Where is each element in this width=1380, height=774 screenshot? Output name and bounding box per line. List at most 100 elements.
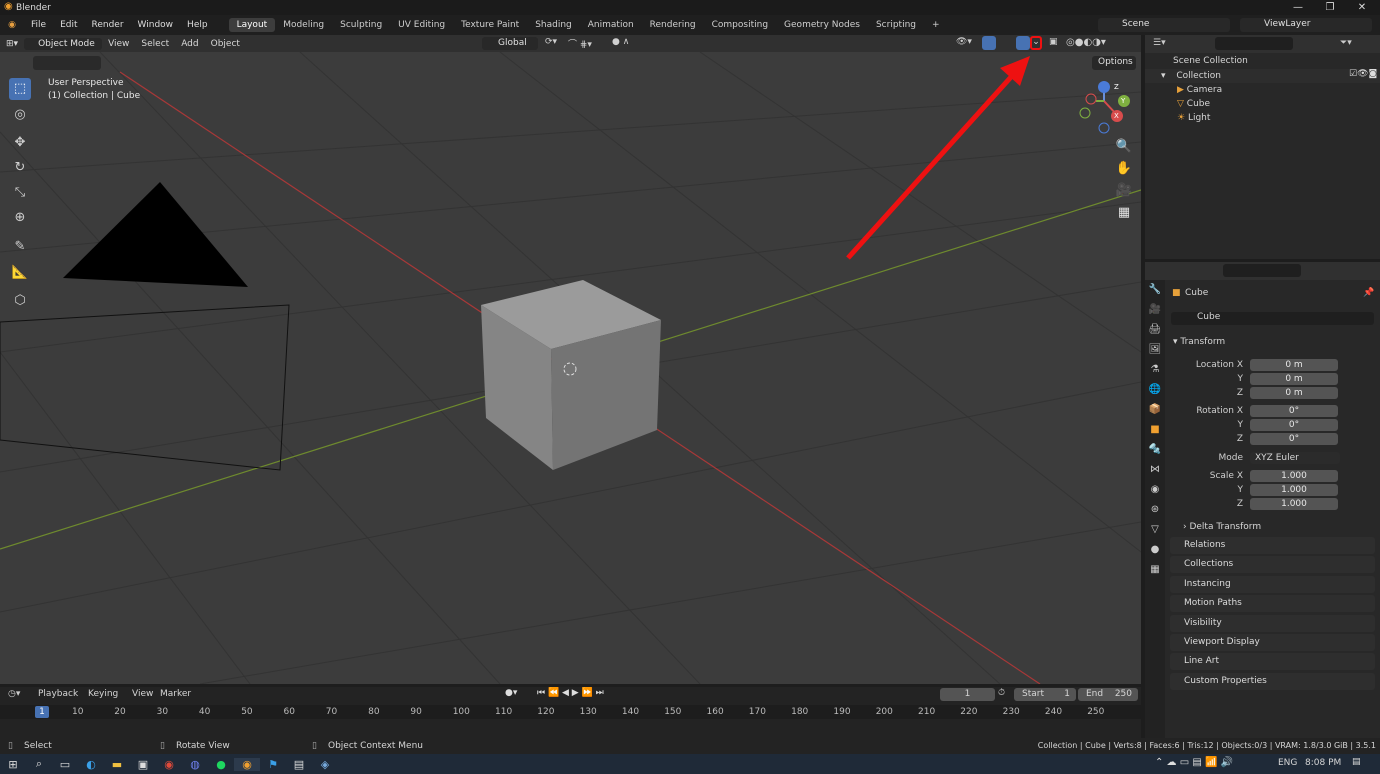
menu-window[interactable]: Window [131, 20, 181, 30]
outliner-light-row[interactable]: ☀ Light [1145, 111, 1380, 125]
outliner-search-input[interactable] [1215, 37, 1293, 50]
record-icon[interactable]: ●▾ [505, 688, 517, 698]
notifications-icon[interactable]: ▤ [1352, 757, 1361, 767]
panel-custom-properties[interactable]: Custom Properties [1170, 673, 1375, 690]
rotation-x-field[interactable]: 0° [1250, 405, 1338, 417]
3d-viewport[interactable]: Z X Y User Perspective (1) Collection | … [0, 52, 1141, 684]
location-x-field[interactable]: 0 m [1250, 359, 1338, 371]
snap-icon[interactable]: ⌒ ⋕▾ [568, 37, 592, 50]
object-name-field[interactable]: Cube [1171, 312, 1374, 325]
perspective-grid-icon[interactable]: ▦ [1113, 202, 1135, 224]
cursor-tool-icon[interactable]: ◎ [9, 104, 31, 126]
search-icon[interactable]: ⌕ [26, 757, 52, 771]
system-tray-icons[interactable]: ⌃ ☁ ▭ ▤ 📶 🔊 [1155, 757, 1233, 768]
annotate-tool-icon[interactable]: ✎ [9, 236, 31, 258]
timeline-editor-icon[interactable]: ◷▾ [8, 689, 20, 699]
app-taskbar-icon[interactable]: ⚑ [260, 758, 286, 771]
workspace-tab-uv-editing[interactable]: UV Editing [390, 18, 453, 32]
current-frame-field[interactable]: 1 [940, 688, 995, 701]
workspace-tab-rendering[interactable]: Rendering [642, 18, 704, 32]
properties-search-input[interactable] [1223, 264, 1301, 277]
add-workspace-button[interactable]: + [924, 18, 948, 32]
scene-selector[interactable]: Scene [1098, 18, 1230, 32]
workspace-tab-shading[interactable]: Shading [527, 18, 580, 32]
workspace-tab-sculpting[interactable]: Sculpting [332, 18, 390, 32]
file-explorer-icon[interactable]: ▬ [104, 758, 130, 771]
pan-hand-icon[interactable]: ✋ [1113, 158, 1135, 180]
editor-type-icon[interactable]: ⊞▾ [0, 38, 24, 50]
overlay-dropdown-chevron-icon[interactable]: ⌄ [1030, 36, 1042, 50]
move-tool-icon[interactable]: ✥ [9, 132, 31, 154]
discord-icon[interactable]: ◍ [182, 758, 208, 771]
viewport-menu-view[interactable]: View [102, 38, 135, 50]
timeline-playhead[interactable]: 1 [35, 706, 49, 718]
timeline-menu-view[interactable]: View [132, 689, 153, 699]
properties-tabs[interactable]: 🔧 🎥 🖨 🖼 ⚗ 🌐 📦 ■ 🔩 ⋈ ◉ ⊛ ▽ ● ▦ [1145, 280, 1165, 738]
outliner-cube-row[interactable]: ▽ Cube [1145, 97, 1380, 111]
rotation-y-field[interactable]: 0° [1250, 419, 1338, 431]
timeline-menu-keying[interactable]: Keying [88, 689, 118, 699]
timeline-menu-marker[interactable]: Marker [160, 689, 191, 699]
visibility-eye-icon[interactable]: ☑👁◙ [1349, 69, 1377, 79]
workspace-tab-scripting[interactable]: Scripting [868, 18, 924, 32]
panel-motion-paths[interactable]: Motion Paths [1170, 595, 1375, 612]
workspace-tab-modeling[interactable]: Modeling [275, 18, 332, 32]
task-view-icon[interactable]: ▭ [52, 758, 78, 771]
workspace-tab-compositing[interactable]: Compositing [704, 18, 776, 32]
minimize-button[interactable]: — [1282, 0, 1314, 15]
transform-panel-header[interactable]: ▾ Transform [1173, 337, 1225, 347]
pivot-icon[interactable]: ⟳▾ [545, 37, 557, 47]
scale-tool-icon[interactable]: ⤡ [9, 182, 31, 204]
shading-modes-icon[interactable]: ◎●◐◑▾ [1066, 37, 1106, 48]
selection-mode-buttons[interactable] [33, 56, 101, 70]
viewport-menu-object[interactable]: Object [205, 38, 246, 50]
xray-toggle-icon[interactable]: ▣ [1049, 37, 1058, 47]
transform-tool-icon[interactable]: ⊕ [9, 207, 31, 229]
workspace-tab-texture-paint[interactable]: Texture Paint [453, 18, 527, 32]
chrome-icon[interactable]: ◉ [156, 758, 182, 771]
viewport-menu-add[interactable]: Add [175, 38, 204, 50]
scale-x-field[interactable]: 1.000 [1250, 470, 1338, 482]
maximize-button[interactable]: ❐ [1314, 0, 1346, 15]
workspace-tab-layout[interactable]: Layout [228, 18, 276, 32]
store-icon[interactable]: ▣ [130, 758, 156, 771]
gizmo-toggle-icon[interactable] [982, 36, 996, 50]
panel-relations[interactable]: Relations [1170, 537, 1375, 554]
spotify-icon[interactable]: ● [208, 758, 234, 771]
timeline-menu-playback[interactable]: Playback [38, 689, 78, 699]
scale-z-field[interactable]: 1.000 [1250, 498, 1338, 510]
proportional-edit-icon[interactable]: ● ∧ [612, 37, 629, 47]
select-tool-icon[interactable]: ⬚ [9, 78, 31, 100]
edge-icon[interactable]: ◐ [78, 758, 104, 771]
outliner-scene-collection[interactable]: Scene Collection [1145, 54, 1380, 68]
scale-y-field[interactable]: 1.000 [1250, 484, 1338, 496]
rotation-mode-select[interactable]: XYZ Euler [1250, 452, 1340, 464]
location-y-field[interactable]: 0 m [1250, 373, 1338, 385]
visibility-icon[interactable]: 👁▾ [956, 37, 972, 47]
viewlayer-selector[interactable]: ViewLayer [1240, 18, 1372, 32]
blender-menu-icon[interactable]: ◉ [0, 20, 24, 30]
menu-edit[interactable]: Edit [53, 20, 84, 30]
pin-icon[interactable]: 📌 [1363, 288, 1374, 298]
notepad-icon[interactable]: ▤ [286, 758, 312, 771]
workspace-tab-geometry-nodes[interactable]: Geometry Nodes [776, 18, 868, 32]
workspace-tab-animation[interactable]: Animation [580, 18, 642, 32]
panel-collections[interactable]: Collections [1170, 556, 1375, 573]
stopwatch-icon[interactable]: ⏱ [998, 688, 1005, 698]
rotation-z-field[interactable]: 0° [1250, 433, 1338, 445]
measure-tool-icon[interactable]: 📐 [9, 262, 31, 284]
outliner-camera-row[interactable]: ▶ Camera [1145, 83, 1380, 97]
clock[interactable]: 8:08 PM [1305, 758, 1341, 768]
blender-taskbar-icon[interactable]: ◉ [234, 757, 260, 771]
start-frame-field[interactable]: Start 1 [1014, 688, 1076, 701]
outliner-collection-row[interactable]: ▾ Collection [1145, 69, 1380, 83]
app2-taskbar-icon[interactable]: ◈ [312, 758, 338, 771]
end-frame-field[interactable]: End 250 [1078, 688, 1138, 701]
location-z-field[interactable]: 0 m [1250, 387, 1338, 399]
overlay-toggle-icon[interactable] [1016, 36, 1030, 50]
delta-transform-subpanel[interactable]: › Delta Transform [1183, 522, 1261, 532]
panel-viewport-display[interactable]: Viewport Display [1170, 634, 1375, 651]
panel-line-art[interactable]: Line Art [1170, 653, 1375, 670]
add-cube-tool-icon[interactable]: ⬡ [9, 290, 31, 312]
camera-view-icon[interactable]: 🎥 [1113, 180, 1135, 202]
